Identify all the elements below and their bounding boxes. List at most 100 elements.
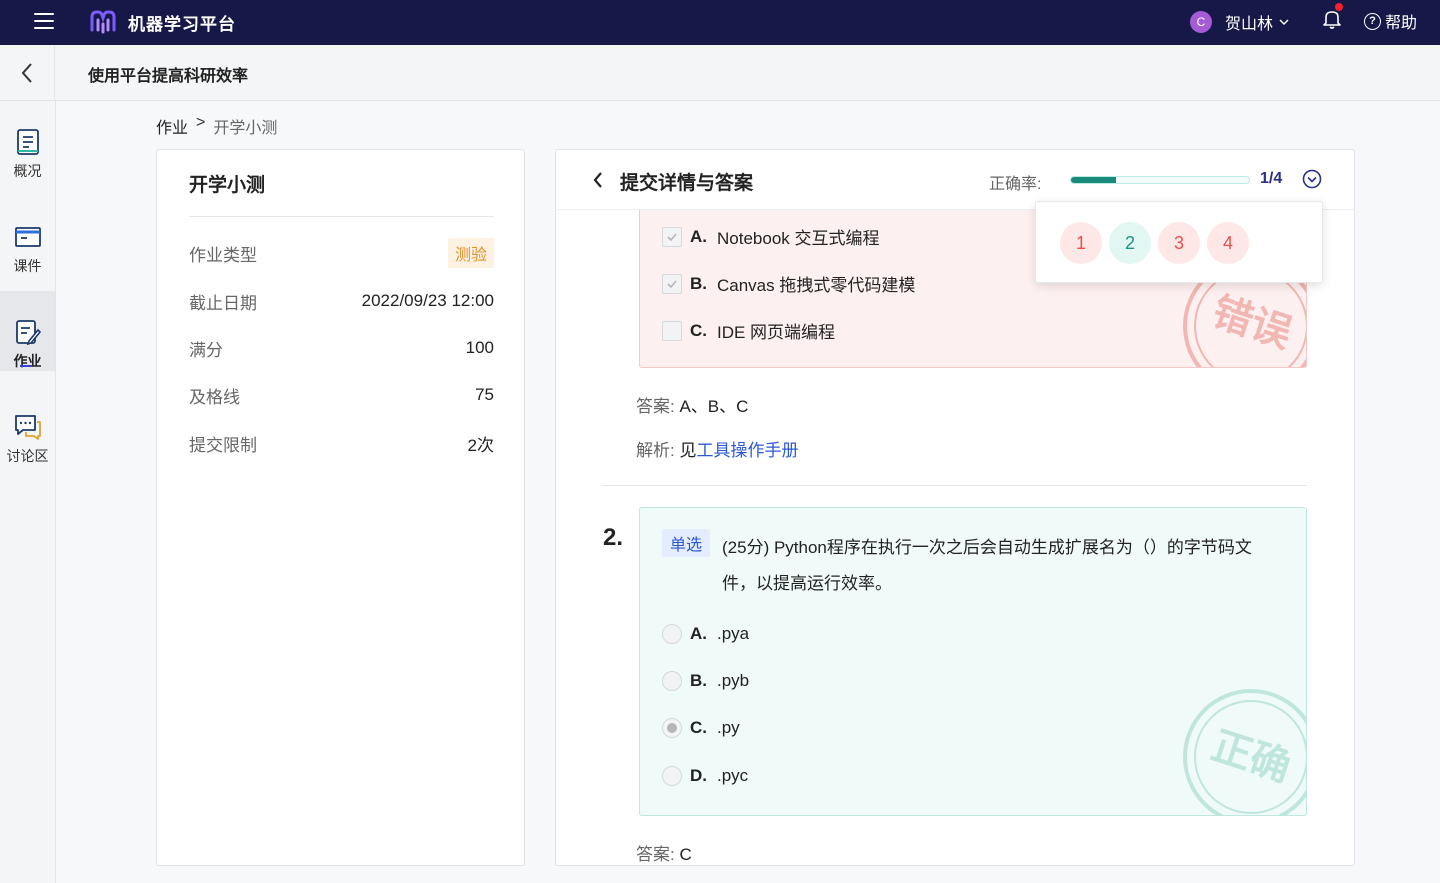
menu-icon[interactable] [34, 12, 54, 30]
question-bubble-1[interactable]: 1 [1060, 222, 1102, 264]
nav-label: 作业 [13, 353, 42, 369]
question-nav-popover: 1 2 3 4 [1035, 201, 1323, 283]
divider [189, 216, 494, 217]
folder-icon [14, 227, 41, 247]
chevron-down-circle-icon[interactable] [1302, 169, 1322, 189]
radio-selected[interactable] [662, 718, 682, 738]
option-letter: B. [690, 671, 707, 690]
sub-header: 使用平台提高科研效率 [0, 45, 1440, 101]
accuracy-progress [1070, 176, 1250, 184]
info-value: 2次 [467, 435, 494, 455]
q2-option-d[interactable]: D. .pyc [662, 766, 748, 786]
q2-option-b[interactable]: B. .pyb [662, 671, 749, 691]
option-text: .pyc [717, 766, 749, 785]
q1-option-b[interactable]: B. Canvas 拖拽式零代码建模 [662, 271, 915, 296]
nav-item-courseware[interactable]: 课件 [0, 196, 55, 276]
breadcrumb: 作业 > 开学小测 [156, 114, 277, 138]
answer-label: 答案: [636, 845, 675, 864]
question-bubble-2[interactable]: 2 [1109, 222, 1151, 264]
user-menu[interactable]: C 贺山林 [1190, 8, 1289, 36]
q2-option-a[interactable]: A. .pya [662, 624, 749, 644]
checkbox[interactable] [662, 320, 682, 341]
radio-dot [667, 723, 677, 733]
avatar: C [1190, 11, 1212, 33]
info-value: 75 [475, 385, 494, 404]
q2-option-c[interactable]: C. .py [662, 718, 740, 738]
nav-item-homework[interactable]: 作业 [0, 291, 55, 371]
question-type-tag: 单选 [662, 529, 711, 557]
check-icon [667, 232, 677, 241]
question-bubble-3[interactable]: 3 [1158, 222, 1200, 264]
radio[interactable] [662, 671, 682, 691]
assignment-info-card: 开学小测 作业类型 测验 截止日期 2022/09/23 12:00 满分 10… [156, 149, 525, 866]
edit-doc-icon [15, 320, 41, 346]
info-row-pass-line: 及格线 75 [189, 383, 494, 407]
top-bar: 机器学习平台 C 贺山林 ? 帮助 [0, 0, 1440, 45]
logo-icon [90, 10, 116, 34]
option-text: .pyb [717, 671, 750, 690]
info-key: 作业类型 [189, 245, 257, 265]
nav-item-discussion[interactable]: 讨论区 [0, 386, 55, 466]
option-letter: A. [690, 624, 707, 643]
info-key: 提交限制 [189, 435, 257, 455]
q1-option-a[interactable]: A. Notebook 交互式编程 [662, 224, 880, 249]
chevron-down-icon [1279, 19, 1289, 26]
option-text: IDE 网页端编程 [717, 323, 836, 342]
accuracy-label: 正确率: [989, 176, 1042, 193]
breadcrumb-current: 开学小测 [213, 120, 278, 137]
help-label: 帮助 [1385, 15, 1418, 32]
option-letter: C. [690, 320, 707, 340]
option-text: .pya [717, 624, 750, 643]
q1-answer: 答案: A、B、C [636, 392, 748, 417]
chevron-left-icon[interactable] [592, 170, 604, 190]
analysis-prefix: 见 [679, 441, 697, 460]
option-letter: C. [690, 718, 707, 737]
breadcrumb-root[interactable]: 作业 [156, 114, 188, 138]
bell-icon[interactable] [1322, 8, 1342, 30]
question-divider [602, 485, 1307, 486]
nav-label: 概况 [13, 163, 42, 179]
active-indicator [20, 365, 32, 367]
help-link[interactable]: ? 帮助 [1364, 9, 1417, 33]
stamp-text: 正确 [1206, 723, 1296, 791]
notification-dot [1335, 3, 1343, 11]
nav-label: 课件 [13, 258, 42, 274]
panel-title: 提交详情与答案 [620, 173, 754, 194]
radio[interactable] [662, 766, 682, 786]
question-bubble-4[interactable]: 4 [1207, 222, 1249, 264]
option-text: Notebook 交互式编程 [717, 229, 880, 248]
option-letter: B. [690, 273, 707, 293]
chevron-left-icon [21, 63, 32, 83]
info-key: 截止日期 [189, 293, 257, 313]
nav-item-overview[interactable]: 概况 [0, 101, 55, 181]
info-row-deadline: 截止日期 2022/09/23 12:00 [189, 289, 494, 313]
info-value: 2022/09/23 12:00 [361, 291, 494, 310]
correct-stamp-icon: 正确 [1183, 689, 1306, 815]
answer-label: 答案: [636, 397, 675, 416]
q1-option-c[interactable]: C. IDE 网页端编程 [662, 318, 835, 343]
breadcrumb-separator: > [196, 114, 206, 131]
option-text: Canvas 拖拽式零代码建模 [717, 276, 916, 295]
info-row-full-score: 满分 100 [189, 336, 494, 360]
info-value: 100 [465, 338, 494, 357]
check-icon [667, 279, 677, 288]
info-row-type: 作业类型 测验 [189, 238, 494, 268]
manual-link[interactable]: 工具操作手册 [696, 441, 798, 460]
checkbox[interactable] [662, 273, 682, 294]
info-row-submit-limit: 提交限制 2次 [189, 431, 494, 455]
back-button[interactable] [0, 45, 55, 101]
stamp-text: 错误 [1207, 289, 1297, 357]
nav-label: 讨论区 [6, 448, 49, 464]
answer-value: C [679, 845, 692, 864]
option-letter: D. [690, 766, 707, 785]
analysis-label: 解析: [636, 441, 675, 460]
user-name: 贺山林 [1225, 16, 1274, 33]
checkbox[interactable] [662, 226, 682, 247]
app-title: 机器学习平台 [128, 15, 236, 34]
radio[interactable] [662, 624, 682, 644]
accuracy-progress-fill [1071, 177, 1116, 183]
help-icon: ? [1364, 12, 1381, 30]
assignment-title: 开学小测 [189, 175, 266, 196]
q2-answer: 答案: C [636, 840, 692, 865]
info-key: 满分 [189, 340, 223, 360]
